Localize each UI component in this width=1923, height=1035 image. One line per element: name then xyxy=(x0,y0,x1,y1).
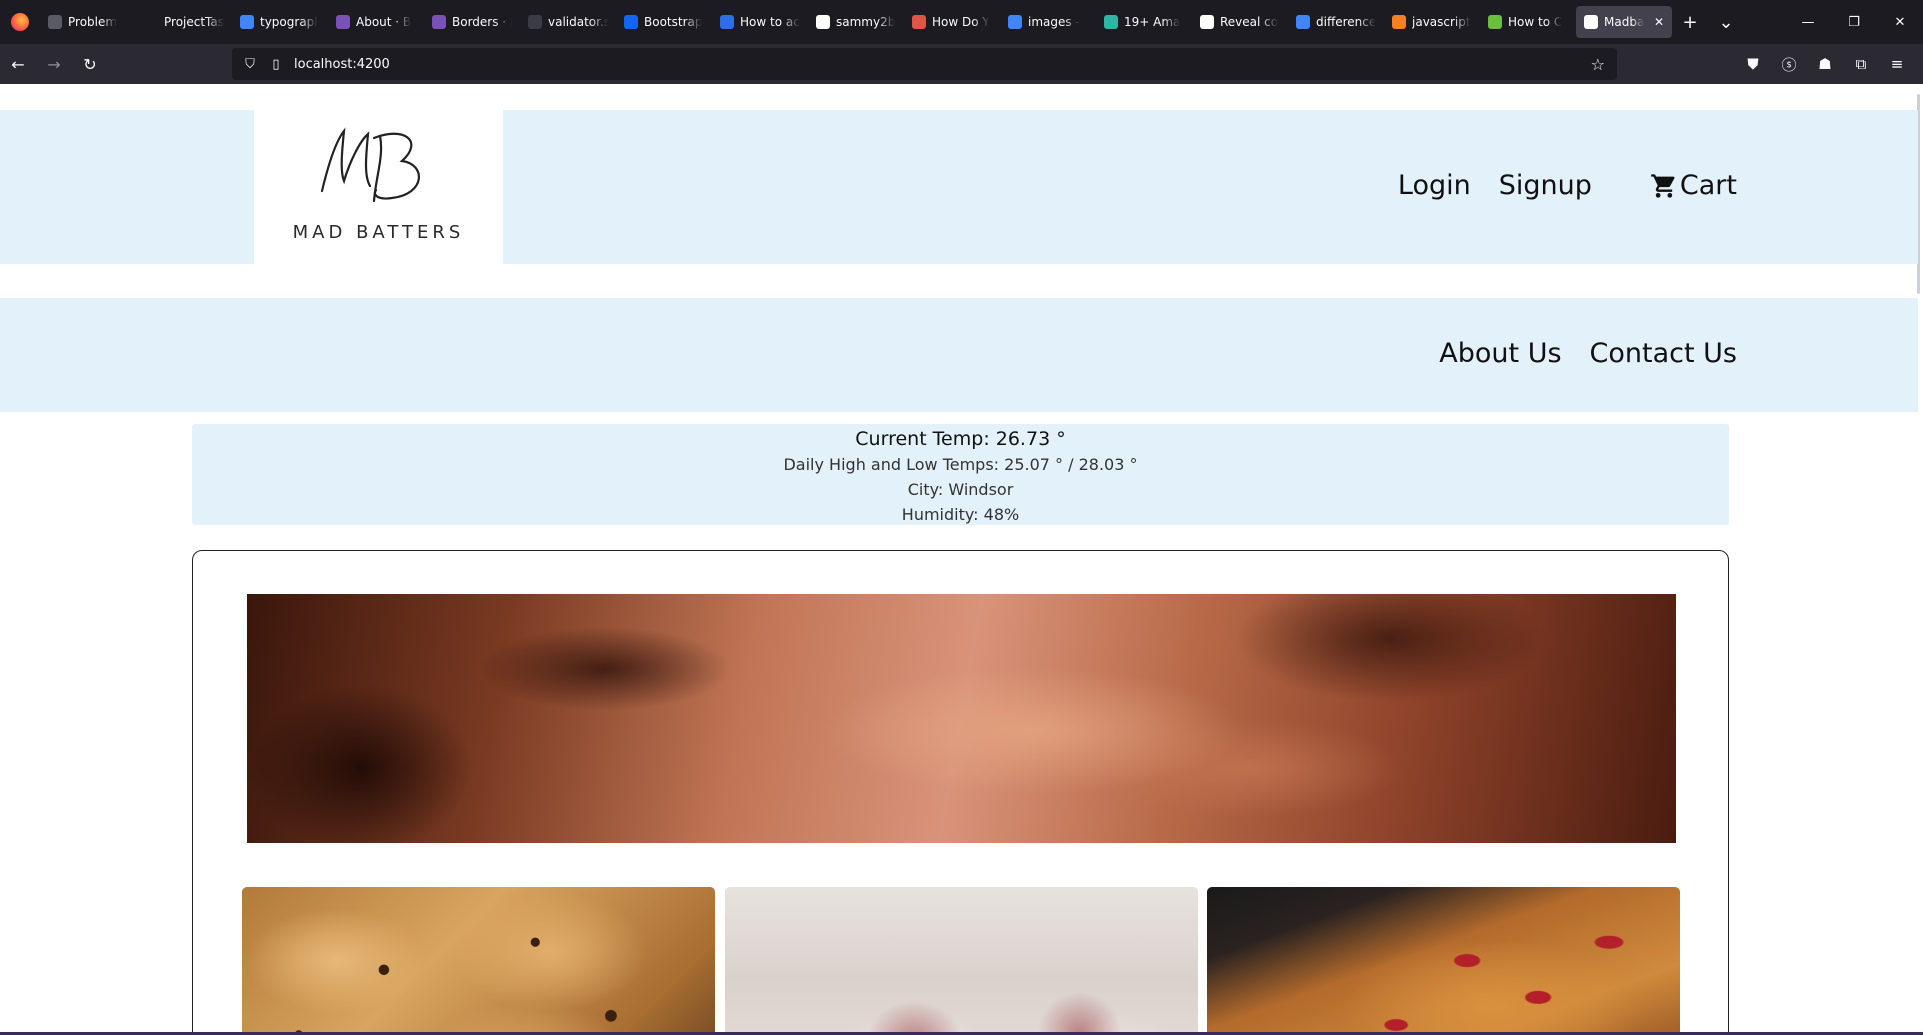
content-card xyxy=(192,550,1729,1035)
tab-title: validator.s xyxy=(548,15,608,29)
humidity: Humidity: 48% xyxy=(901,505,1020,524)
browser-tab[interactable]: typograpl xyxy=(232,6,328,38)
blank-icon xyxy=(144,15,158,29)
url-text[interactable]: localhost:4200 xyxy=(294,57,390,72)
account-icon[interactable]: ⓢ xyxy=(1771,48,1807,80)
angular-icon xyxy=(1584,15,1598,29)
restore-button[interactable]: ❐ xyxy=(1831,0,1877,44)
main-nav: About Us Contact Us xyxy=(1411,338,1737,369)
browser-tab[interactable]: How to ac xyxy=(712,6,808,38)
logo-name: MAD BATTERS xyxy=(292,222,465,243)
cart-icon xyxy=(1651,173,1675,198)
about-us-link[interactable]: About Us xyxy=(1439,338,1561,369)
browser-tab[interactable]: javascript xyxy=(1384,6,1480,38)
browser-tab[interactable]: Problem xyxy=(40,6,136,38)
browser-tab[interactable]: Reveal co xyxy=(1192,6,1288,38)
tab-title: About · B xyxy=(356,15,412,29)
bookmark-star-icon[interactable]: ☆ xyxy=(1591,55,1605,74)
tab-title: Borders · I xyxy=(452,15,512,29)
browser-tab[interactable]: Borders · I xyxy=(424,6,520,38)
browser-tab[interactable]: How Do Y xyxy=(904,6,1000,38)
close-tab-icon[interactable]: ✕ xyxy=(1650,15,1664,29)
github-icon xyxy=(816,15,830,29)
stackoverflow-icon xyxy=(1392,15,1406,29)
url-bar[interactable]: ⛉ ▯ localhost:4200 ☆ xyxy=(232,48,1617,80)
firefox-icon[interactable] xyxy=(0,0,40,44)
cookies-image[interactable] xyxy=(242,887,715,1035)
signup-link[interactable]: Signup xyxy=(1499,170,1592,201)
browser-tab[interactable]: difference xyxy=(1288,6,1384,38)
asterisk-icon xyxy=(912,15,926,29)
mdb-icon xyxy=(624,15,638,29)
info-icon xyxy=(48,15,62,29)
weather-panel: Current Temp: 26.73 ° Daily High and Low… xyxy=(192,424,1729,525)
browser-tab[interactable]: ProjectTask-g xyxy=(136,6,232,38)
site-logo[interactable]: MAD BATTERS xyxy=(254,110,503,298)
tab-title: 19+ Ama xyxy=(1124,15,1181,29)
nu-icon xyxy=(528,15,542,29)
tab-title: typograpl xyxy=(260,15,318,29)
cart-link[interactable]: Cart xyxy=(1650,170,1737,201)
page-icon: ▯ xyxy=(272,56,280,72)
forward-arrow-icon[interactable]: → xyxy=(36,48,72,80)
top-links: Login Signup Cart xyxy=(1370,170,1737,201)
leaf-icon xyxy=(1488,15,1502,29)
login-link[interactable]: Login xyxy=(1398,170,1471,201)
google-icon xyxy=(1008,15,1022,29)
menu-icon[interactable]: ≡ xyxy=(1879,48,1915,80)
tab-title: How to ac xyxy=(740,15,800,29)
new-tab-button[interactable]: + xyxy=(1672,6,1708,38)
browser-tab[interactable]: images - xyxy=(1000,6,1096,38)
pocket-icon[interactable]: ⛊ xyxy=(1735,48,1771,80)
image-icon xyxy=(1104,15,1118,29)
tab-title: images - xyxy=(1028,15,1080,29)
tab-title: Reveal co xyxy=(1220,15,1279,29)
window-controls: — ❐ ✕ xyxy=(1785,0,1923,44)
minimize-button[interactable]: — xyxy=(1785,0,1831,44)
extensions-icon[interactable]: ⧉ xyxy=(1843,48,1879,80)
tab-title: Madba xyxy=(1604,15,1645,29)
browser-tab[interactable]: validator.s xyxy=(520,6,616,38)
back-arrow-icon[interactable]: ← xyxy=(0,48,36,80)
page-viewport: MAD BATTERS Login Signup Cart About Us C… xyxy=(0,84,1923,1035)
city: City: Windsor xyxy=(907,480,1014,499)
tab-title: difference xyxy=(1316,15,1376,29)
google-icon xyxy=(1296,15,1310,29)
dmc-icon xyxy=(720,15,734,29)
toolbar-icons: ⛊ ⓢ ☗ ⧉ ≡ xyxy=(1735,48,1915,80)
browser-tab[interactable]: sammy2b xyxy=(808,6,904,38)
browser-tab-bar: Problem ProjectTask-g typograpl About · B Bo… xyxy=(0,0,1923,44)
current-temp: Current Temp: 26.73 ° xyxy=(855,428,1066,450)
tab-title: Bootstrap xyxy=(644,15,703,29)
contact-us-link[interactable]: Contact Us xyxy=(1590,338,1737,369)
tab-title: How Do Y xyxy=(932,15,990,29)
google-icon xyxy=(240,15,254,29)
tab-strip: Problem ProjectTask-g typograpl About · B Bo… xyxy=(40,0,1672,44)
hero-brownie-image xyxy=(247,594,1676,843)
logo-monogram xyxy=(320,127,420,203)
bootstrap-icon xyxy=(336,15,350,29)
reveal-icon xyxy=(1200,15,1214,29)
reload-icon[interactable]: ↻ xyxy=(72,48,108,80)
browser-tab[interactable]: How to C xyxy=(1480,6,1576,38)
browser-tab[interactable]: 19+ Ama xyxy=(1096,6,1192,38)
bootstrap-icon xyxy=(432,15,446,29)
browser-tab[interactable]: Madba ✕ xyxy=(1576,6,1672,38)
browser-tab[interactable]: About · B xyxy=(328,6,424,38)
close-window-button[interactable]: ✕ xyxy=(1877,0,1923,44)
extension-badge-icon[interactable]: ☗ xyxy=(1807,48,1843,80)
tab-list-button[interactable]: ⌄ xyxy=(1708,6,1744,38)
tab-title: Problem xyxy=(68,15,118,29)
cart-label: Cart xyxy=(1679,170,1737,201)
browser-tab[interactable]: Bootstrap xyxy=(616,6,712,38)
tab-title: sammy2b xyxy=(836,15,896,29)
tab-title: javascript xyxy=(1412,15,1471,29)
pie-image[interactable] xyxy=(1207,887,1680,1035)
tab-title: ProjectTask-g xyxy=(164,15,224,29)
tab-title: How to C xyxy=(1508,15,1563,29)
shield-icon[interactable]: ⛉ xyxy=(242,57,258,72)
browser-nav-bar: ← → ↻ ⛉ ▯ localhost:4200 ☆ ⛊ ⓢ ☗ ⧉ ≡ xyxy=(0,44,1923,84)
cake-image[interactable] xyxy=(725,887,1198,1035)
high-low-temp: Daily High and Low Temps: 25.07 ° / 28.0… xyxy=(783,455,1138,474)
